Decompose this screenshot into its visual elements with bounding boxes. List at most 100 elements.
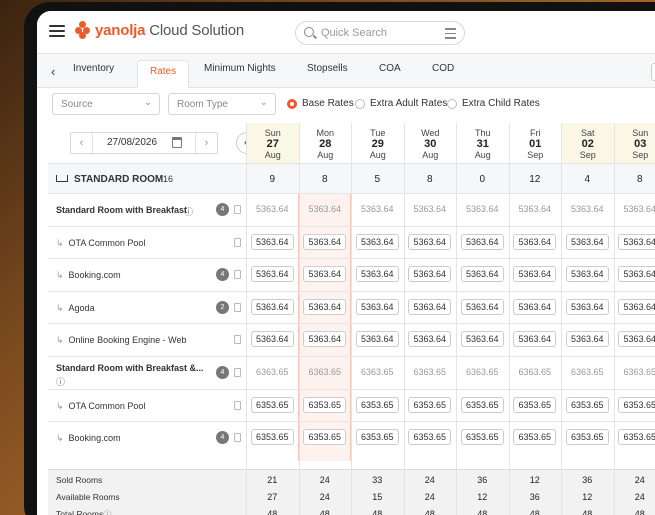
rate-input[interactable]: 6353.65 (250, 396, 294, 413)
prev-date-button[interactable]: ‹ (71, 133, 93, 153)
tab-cod[interactable]: COD (432, 63, 454, 74)
channel-count-badge[interactable]: 2 (216, 300, 229, 314)
channel-count-badge[interactable]: 4 (216, 268, 229, 282)
copy-icon[interactable] (234, 237, 241, 247)
rate-cell[interactable]: 6363.65 (509, 367, 562, 377)
rate-input[interactable]: 6353.65 (355, 396, 399, 413)
rate-input[interactable]: 5363.64 (618, 233, 655, 250)
hamburger-icon[interactable] (49, 25, 65, 37)
channel-count-badge[interactable]: 4 (216, 431, 229, 445)
info-icon[interactable]: ⓘ (56, 375, 65, 388)
rate-input[interactable]: 5363.64 (565, 266, 609, 283)
rate-input[interactable]: 6353.65 (460, 429, 504, 446)
rate-option-extra-adult-rates[interactable]: Extra Adult Rates (355, 98, 447, 109)
quick-search-input[interactable]: Quick Search (295, 21, 465, 45)
rate-input[interactable]: 6353.65 (408, 396, 452, 413)
rate-cell[interactable]: 6363.65 (246, 367, 299, 377)
rate-input[interactable]: 5363.64 (250, 266, 294, 283)
rate-input[interactable]: 5363.64 (460, 266, 504, 283)
sliders-icon[interactable] (445, 28, 456, 39)
rate-input[interactable]: 6353.65 (565, 429, 609, 446)
info-icon[interactable]: ⓘ (184, 205, 193, 218)
channel-count-badge[interactable]: 4 (216, 366, 229, 379)
rate-input[interactable]: 5363.64 (618, 266, 655, 283)
rate-input[interactable]: 5363.64 (618, 298, 655, 315)
rate-input[interactable]: 6353.65 (618, 396, 655, 413)
rate-input[interactable]: 5363.64 (408, 233, 452, 250)
rate-input[interactable]: 5363.64 (618, 331, 655, 348)
calendar-icon[interactable] (172, 137, 182, 148)
chevron-left-icon[interactable]: ‹ (51, 64, 55, 79)
rate-cell[interactable]: 6363.65 (456, 367, 509, 377)
rate-cell[interactable]: 5363.64 (404, 204, 457, 214)
tab-minimum-nights[interactable]: Minimum Nights (204, 63, 276, 74)
rate-cell[interactable]: 6363.65 (404, 367, 457, 377)
rate-input[interactable]: 5363.64 (408, 266, 452, 283)
copy-icon[interactable] (234, 205, 241, 214)
channel-count-badge[interactable]: 4 (216, 203, 229, 216)
rate-input[interactable]: 6353.65 (303, 396, 347, 413)
tab-inventory[interactable]: Inventory (73, 63, 114, 74)
rate-input[interactable]: 5363.64 (408, 331, 452, 348)
tab-stopsells[interactable]: Stopsells (307, 63, 348, 74)
rate-input[interactable]: 5363.64 (513, 233, 557, 250)
rate-input[interactable]: 5363.64 (355, 331, 399, 348)
copy-icon[interactable] (234, 335, 241, 345)
rate-input[interactable]: 6353.65 (460, 396, 504, 413)
rate-input[interactable]: 5363.64 (250, 298, 294, 315)
rate-cell[interactable]: 6363.65 (614, 367, 655, 377)
rate-input[interactable]: 5363.64 (303, 266, 347, 283)
rate-input[interactable]: 5363.64 (513, 331, 557, 348)
date-value[interactable]: 27/08/2026 (107, 137, 157, 148)
rate-input[interactable]: 6353.65 (408, 429, 452, 446)
tab-rates[interactable]: Rates (137, 60, 190, 88)
copy-icon[interactable] (234, 400, 241, 410)
rate-cell[interactable]: 6363.65 (351, 367, 404, 377)
rate-option-extra-child-rates[interactable]: Extra Child Rates (447, 98, 540, 109)
info-icon[interactable]: ⓘ (103, 509, 112, 515)
rate-cell[interactable]: 6363.65 (299, 367, 352, 377)
rate-input[interactable]: 5363.64 (250, 331, 294, 348)
rate-cell[interactable]: 6363.65 (561, 367, 614, 377)
rate-input[interactable]: 5363.64 (565, 298, 609, 315)
rate-cell[interactable]: 5363.64 (561, 204, 614, 214)
rate-input[interactable]: 5363.64 (355, 233, 399, 250)
rate-input[interactable]: 5363.64 (355, 298, 399, 315)
rate-input[interactable]: 5363.64 (460, 331, 504, 348)
rate-input[interactable]: 5363.64 (355, 266, 399, 283)
rate-input[interactable]: 5363.64 (565, 331, 609, 348)
tab-coa[interactable]: COA (379, 63, 401, 74)
rate-cell[interactable]: 5363.64 (456, 204, 509, 214)
rate-cell[interactable]: 5363.64 (351, 204, 404, 214)
rate-input[interactable]: 5363.64 (513, 298, 557, 315)
rate-input[interactable]: 5363.64 (303, 298, 347, 315)
rate-cell[interactable]: 5363.64 (299, 204, 352, 214)
rate-option-base-rates[interactable]: Base Rates (287, 98, 354, 109)
copy-icon[interactable] (234, 302, 241, 312)
source-select[interactable]: Source ⌄ (52, 93, 160, 115)
rate-input[interactable]: 5363.64 (250, 233, 294, 250)
copy-icon[interactable] (234, 433, 241, 443)
next-date-button[interactable]: › (195, 133, 217, 153)
rate-input[interactable]: 6353.65 (303, 429, 347, 446)
export-icon[interactable]: ⇪ (651, 63, 655, 81)
rate-input[interactable]: 6353.65 (355, 429, 399, 446)
rate-cell[interactable]: 5363.64 (614, 204, 655, 214)
rate-input[interactable]: 5363.64 (565, 233, 609, 250)
rate-input[interactable]: 6353.65 (513, 429, 557, 446)
rate-input[interactable]: 5363.64 (303, 233, 347, 250)
rate-input[interactable]: 6353.65 (250, 429, 294, 446)
rate-input[interactable]: 6353.65 (513, 396, 557, 413)
rate-input[interactable]: 5363.64 (513, 266, 557, 283)
rate-input[interactable]: 6353.65 (618, 429, 655, 446)
rate-input[interactable]: 5363.64 (408, 298, 452, 315)
room-type-select[interactable]: Room Type ⌄ (168, 93, 276, 115)
rate-input[interactable]: 6353.65 (565, 396, 609, 413)
rate-input[interactable]: 5363.64 (303, 331, 347, 348)
copy-icon[interactable] (234, 368, 241, 377)
rate-input[interactable]: 5363.64 (460, 233, 504, 250)
rate-input[interactable]: 5363.64 (460, 298, 504, 315)
copy-icon[interactable] (234, 270, 241, 280)
rate-cell[interactable]: 5363.64 (246, 204, 299, 214)
rate-cell[interactable]: 5363.64 (509, 204, 562, 214)
